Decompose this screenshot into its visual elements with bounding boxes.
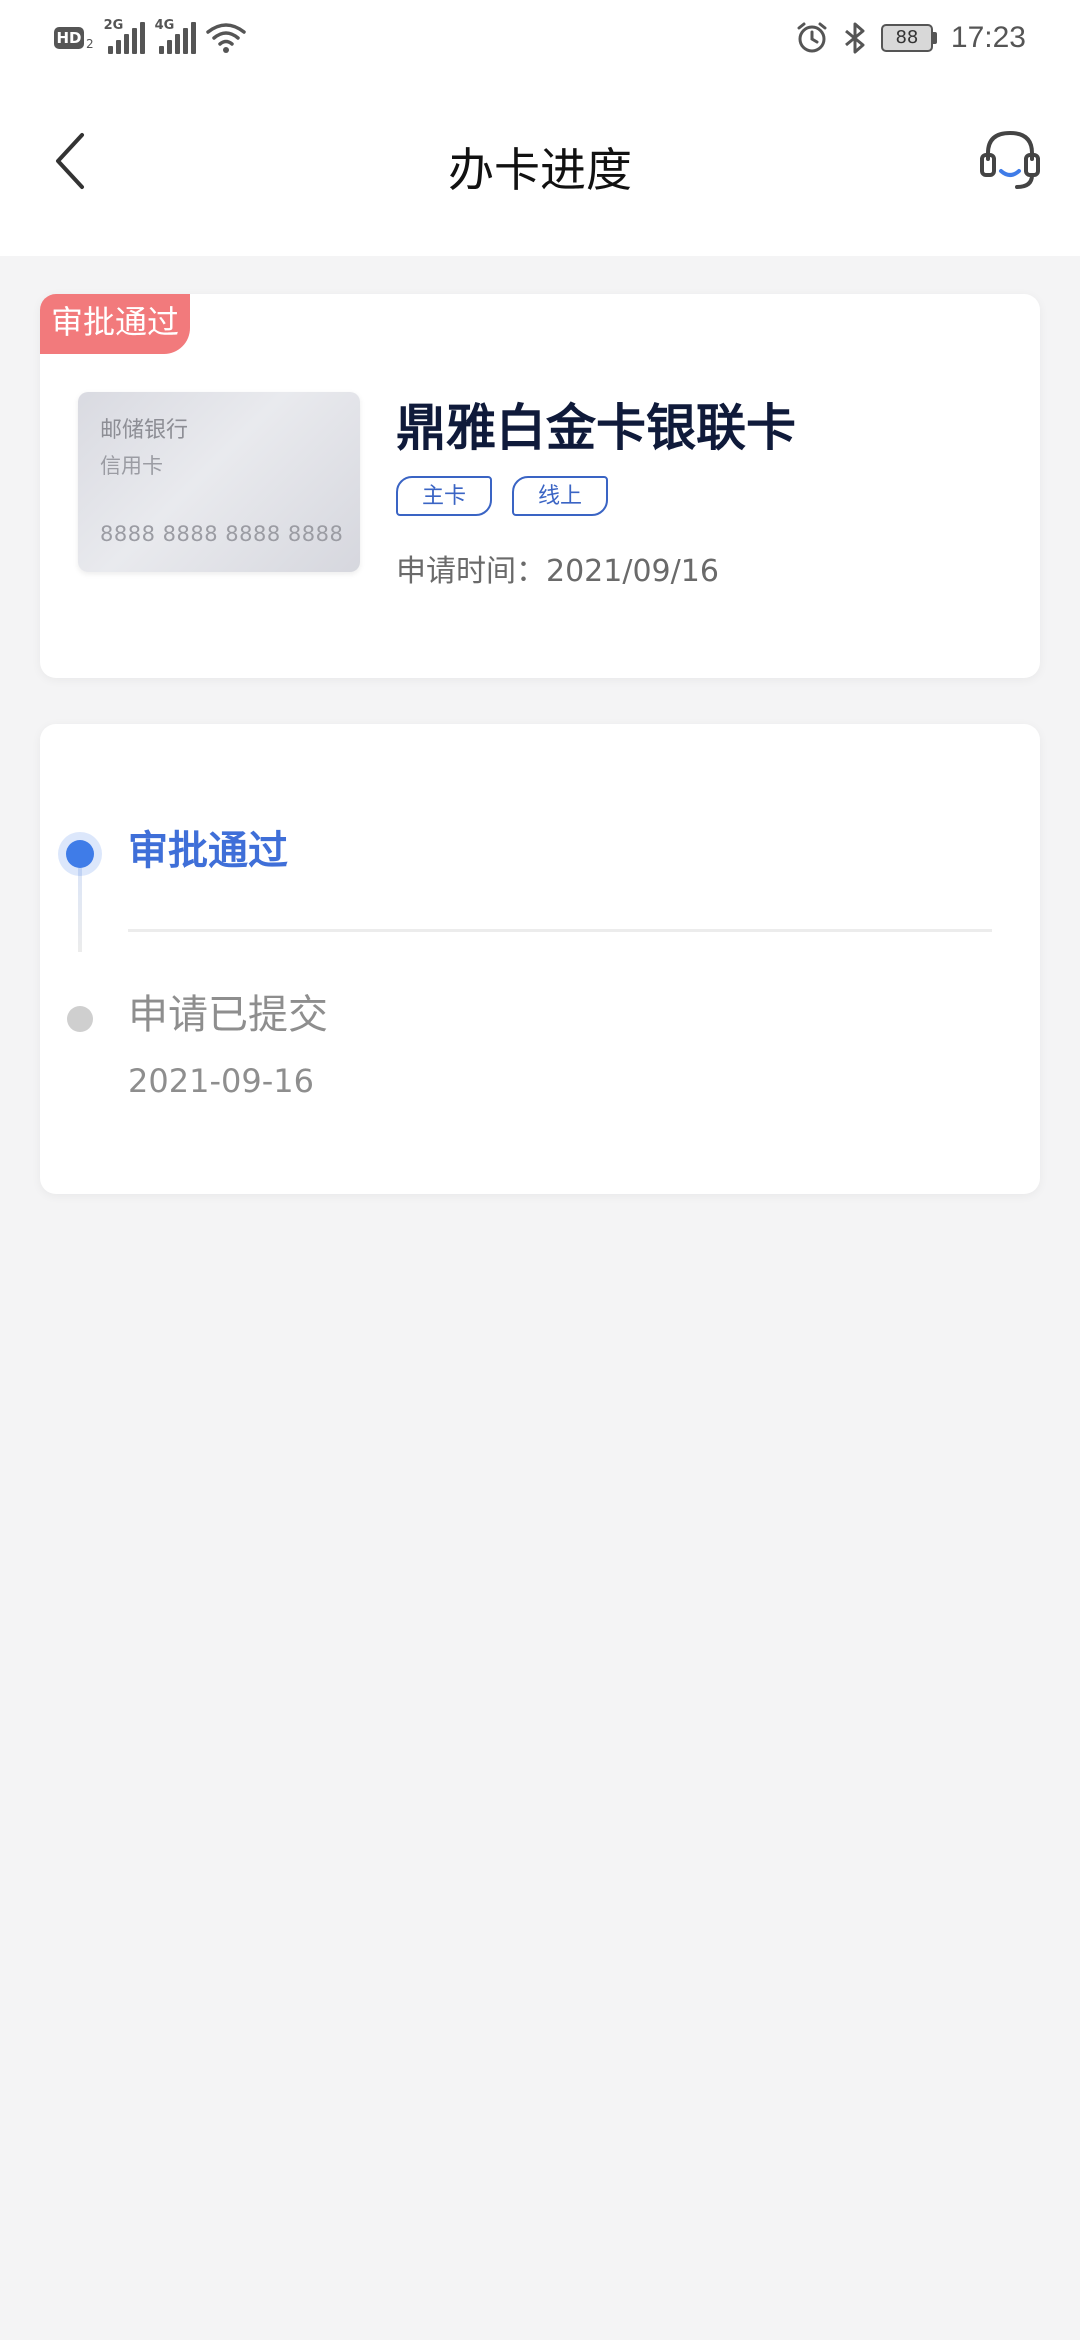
signal-icon: 4G (155, 18, 196, 54)
card-info-panel: 审批通过 邮储银行 信用卡 8888 8888 8888 8888 鼎雅白金卡银… (40, 294, 1040, 678)
signal-bar (131, 28, 137, 54)
customer-service-headset-icon (980, 130, 1040, 189)
signal-bar (139, 22, 145, 54)
bluetooth-icon (844, 22, 865, 54)
signal-icon: 2G (104, 18, 145, 54)
timeline-step-date: 2021-09-16 (128, 1062, 314, 1100)
tag-online: 线上 (512, 476, 608, 516)
status-time: 17:23 (950, 21, 1026, 54)
timeline-dot-active (66, 840, 94, 868)
hd-label: HD (54, 27, 84, 49)
signal-bar (115, 40, 121, 54)
signal-bar (123, 34, 129, 54)
customer-service-button[interactable] (970, 120, 1050, 200)
network-label-2g: 2G (103, 18, 124, 33)
hd-icon: HD 2 (54, 27, 94, 51)
alarm-icon (797, 22, 827, 53)
status-left: HD 2 2G 4G (54, 18, 246, 58)
card-image-number: 8888 8888 8888 8888 (100, 522, 344, 546)
signal-bar (166, 40, 172, 54)
timeline-step-approved: 审批通过 (128, 828, 288, 874)
signal-bar (174, 34, 180, 54)
nav-bar: 办卡进度 (0, 76, 1080, 256)
network-label-4g: 4G (154, 18, 175, 33)
battery-icon: 88 (880, 24, 937, 52)
signal-bar (107, 46, 113, 54)
battery-level: 88 (880, 24, 933, 52)
tag-primary-card: 主卡 (396, 476, 492, 516)
card-tags: 主卡 线上 (396, 476, 608, 516)
battery-tip (932, 32, 937, 44)
card-image-bank: 邮储银行 (100, 418, 189, 443)
page-title: 办卡进度 (448, 143, 632, 197)
apply-time: 申请时间：2021/09/16 (396, 554, 719, 589)
timeline-divider (128, 929, 992, 932)
signal-bar (182, 28, 188, 54)
timeline-step-submitted: 申请已提交 (128, 992, 328, 1038)
card-name: 鼎雅白金卡银联卡 (396, 399, 796, 457)
status-right: 88 17:23 (795, 18, 1026, 58)
signal-bar (158, 46, 164, 54)
status-bar: HD 2 2G 4G 88 17:23 (0, 0, 1080, 76)
wifi-icon (205, 23, 246, 53)
signal-bar (190, 22, 196, 54)
hd-sub-label: 2 (86, 37, 94, 51)
progress-timeline: 审批通过 申请已提交 2021-09-16 (40, 724, 1040, 1194)
status-badge: 审批通过 (40, 294, 190, 354)
card-image-type: 信用卡 (100, 454, 163, 478)
credit-card-image: 邮储银行 信用卡 8888 8888 8888 8888 (78, 392, 360, 572)
timeline-dot-inactive (67, 1006, 93, 1032)
